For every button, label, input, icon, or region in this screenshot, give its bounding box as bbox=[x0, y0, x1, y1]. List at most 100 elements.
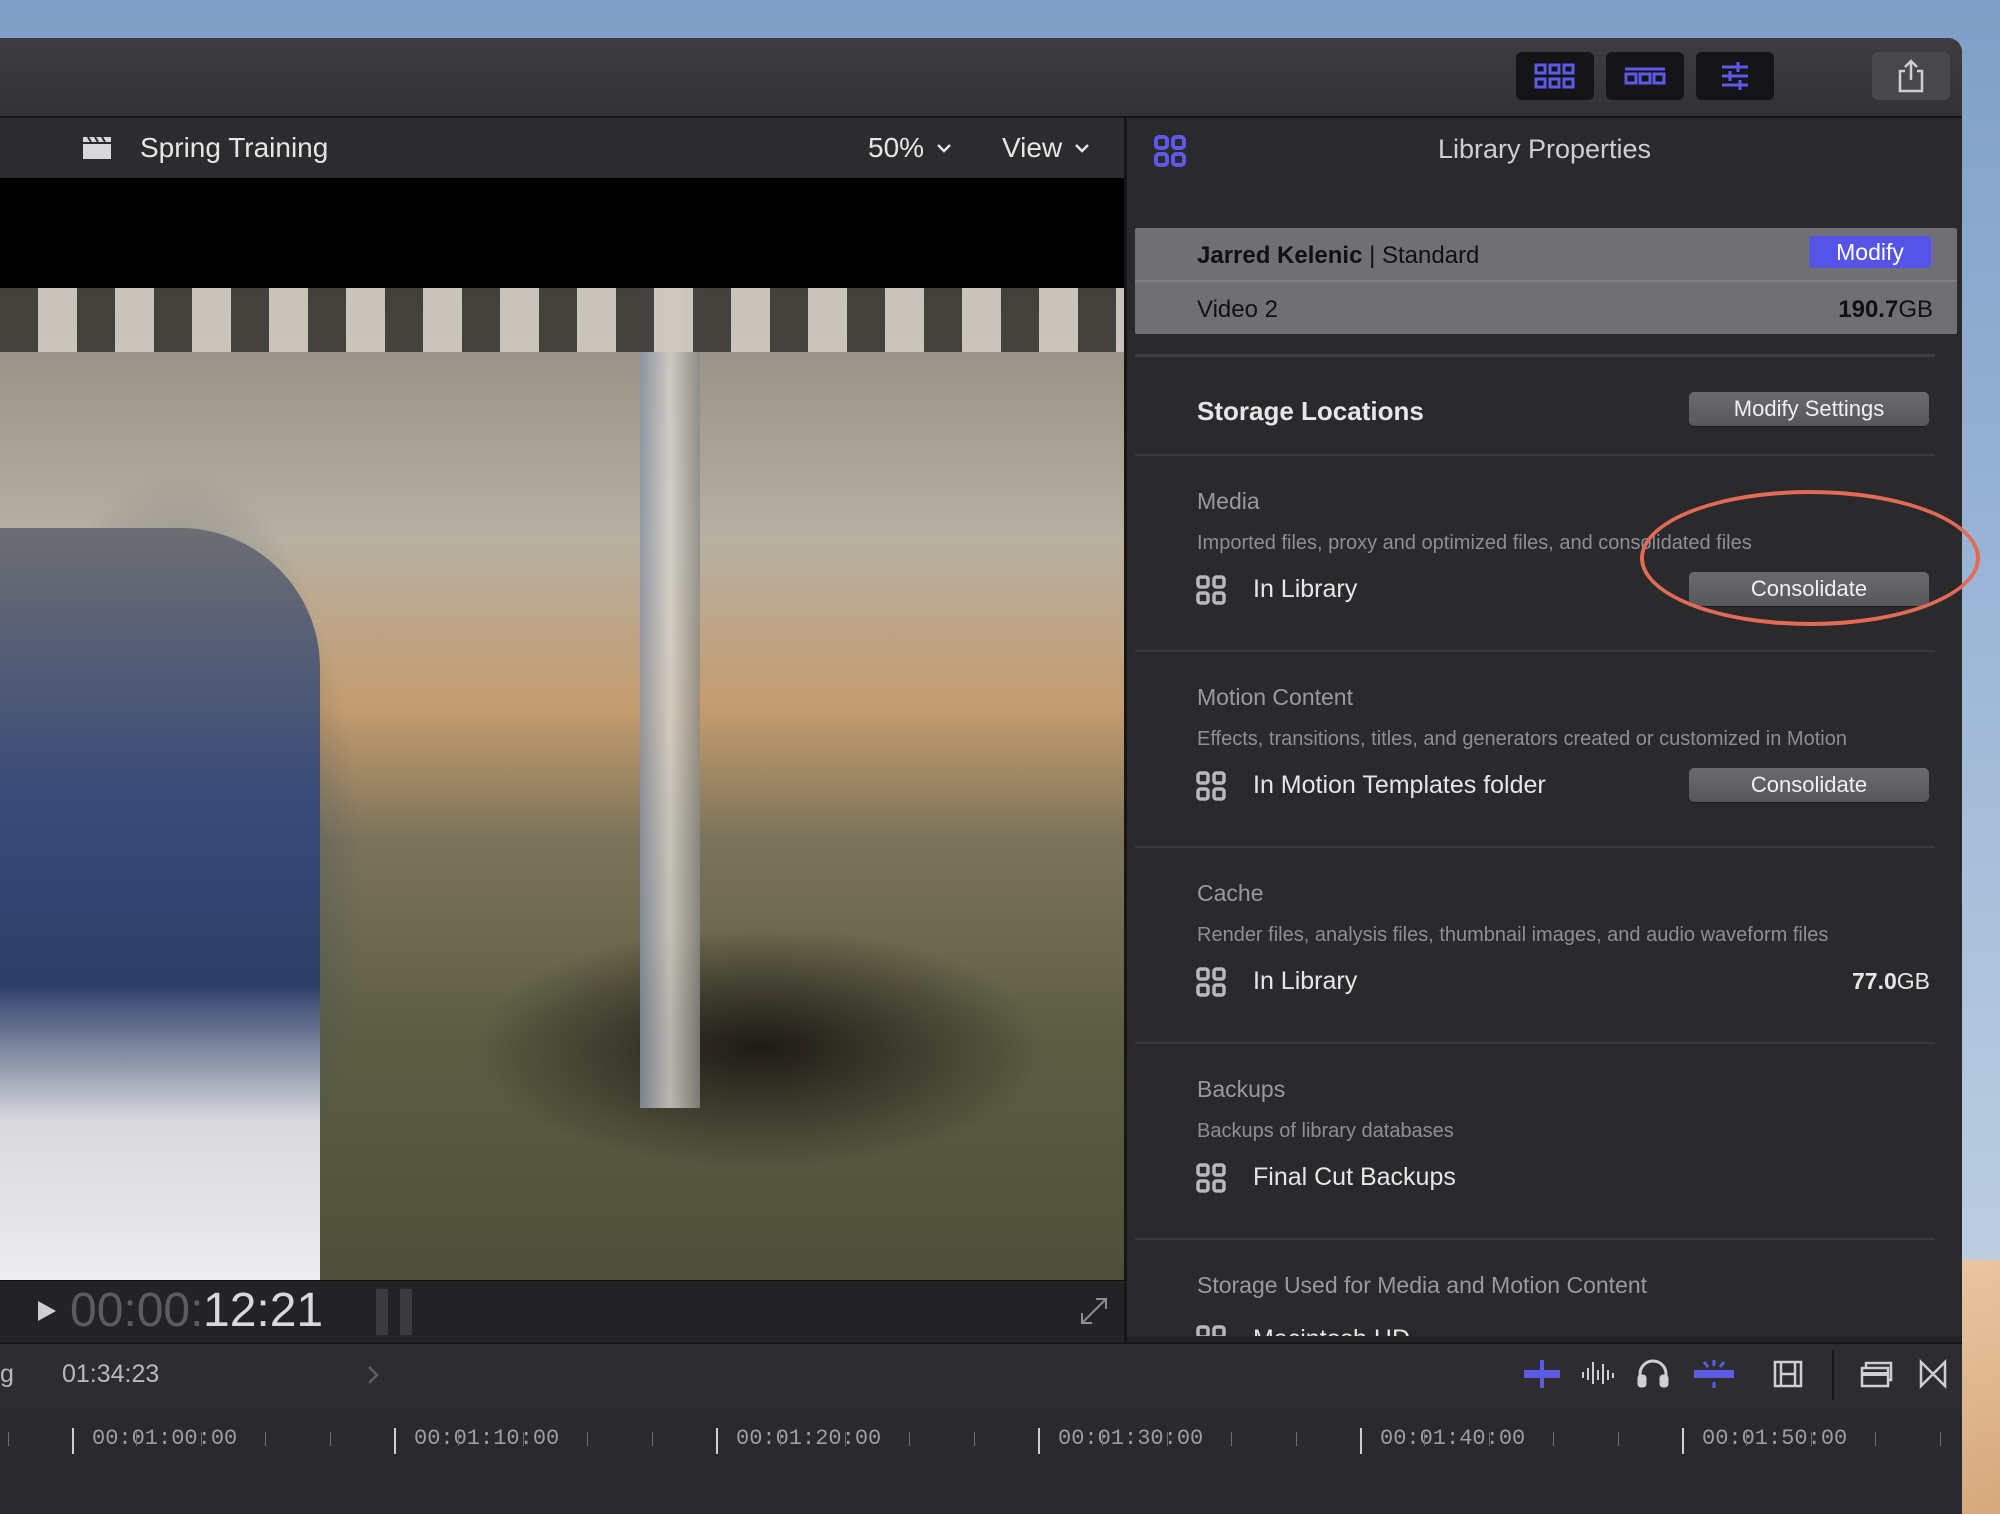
ruler-minor-tick bbox=[136, 1432, 138, 1446]
timeline-ruler[interactable]: 00:01:00:00 00:01:10:00 00:01:20:00 00:01:3… bbox=[0, 1408, 1962, 1514]
headphones-icon[interactable] bbox=[1636, 1358, 1670, 1390]
ruler-minor-tick bbox=[329, 1432, 331, 1446]
cache-location: In Library bbox=[1253, 967, 1358, 995]
ruler-minor-tick bbox=[1488, 1432, 1490, 1446]
clapperboard-icon bbox=[83, 136, 111, 159]
motion-consolidate-button[interactable]: Consolidate bbox=[1689, 768, 1929, 802]
timecode-dim: 00:00: bbox=[70, 1284, 204, 1337]
effects-browser-icon[interactable] bbox=[1858, 1358, 1894, 1390]
final-cut-window: Spring Training 50% View 00:00: 12:21 Li… bbox=[0, 38, 1962, 1514]
share-button[interactable] bbox=[1872, 52, 1950, 100]
media-title: Media bbox=[1197, 488, 1260, 514]
library-icon bbox=[1196, 1163, 1226, 1193]
ruler-minor-tick bbox=[1166, 1432, 1168, 1446]
ruler-label: 00:01:30:00 bbox=[1058, 1426, 1204, 1451]
inspector-title: Library Properties bbox=[1437, 134, 1652, 164]
library-icon bbox=[1196, 575, 1226, 605]
viewer-header: Spring Training 50% View bbox=[0, 118, 1124, 178]
ruler-minor-tick bbox=[973, 1432, 975, 1446]
ruler-minor-tick bbox=[1553, 1432, 1555, 1446]
library-size-unit: GB bbox=[1898, 296, 1933, 323]
view-dropdown[interactable]: View bbox=[1002, 118, 1090, 178]
audio-meter-right bbox=[400, 1289, 412, 1335]
ruler-major-tick bbox=[1360, 1428, 1362, 1454]
ruler-minor-tick bbox=[844, 1432, 846, 1446]
modify-button[interactable]: Modify bbox=[1809, 236, 1931, 268]
ruler-major-tick bbox=[1038, 1428, 1040, 1454]
ruler-minor-tick bbox=[909, 1432, 911, 1446]
video-viewer[interactable] bbox=[0, 178, 1124, 1280]
ruler-major-tick bbox=[72, 1428, 74, 1454]
library-card-separator bbox=[1135, 280, 1957, 282]
zoom-dropdown[interactable]: 50% bbox=[868, 118, 952, 178]
cache-title: Cache bbox=[1197, 880, 1264, 906]
storage-used-title: Storage Used for Media and Motion Conten… bbox=[1197, 1272, 1648, 1298]
ruler-label: 00:01:50:00 bbox=[1702, 1426, 1848, 1451]
ruler-minor-tick bbox=[587, 1432, 589, 1446]
timeline-toggle-button[interactable] bbox=[1606, 52, 1684, 100]
separator bbox=[1135, 1238, 1935, 1240]
audio-skimming-icon[interactable] bbox=[1580, 1358, 1620, 1390]
ruler-label: 00:01:20:00 bbox=[736, 1426, 882, 1451]
ruler-major-tick bbox=[394, 1428, 396, 1454]
owner-separator: | bbox=[1362, 242, 1382, 269]
inspector-toggle-button[interactable] bbox=[1696, 52, 1774, 100]
share-icon bbox=[1898, 59, 1924, 93]
video-background-post bbox=[640, 288, 700, 1108]
video-chevron-banner bbox=[0, 288, 1124, 352]
ruler-minor-tick bbox=[1102, 1432, 1104, 1446]
ruler-minor-tick bbox=[1424, 1432, 1426, 1446]
view-label: View bbox=[1002, 132, 1063, 163]
separator bbox=[1135, 454, 1935, 456]
cache-description: Render files, analysis files, thumbnail … bbox=[1197, 924, 1829, 946]
motion-content-description: Effects, transitions, titles, and genera… bbox=[1197, 728, 1847, 750]
project-title: Spring Training bbox=[140, 132, 329, 163]
separator bbox=[1135, 1042, 1935, 1044]
toolbar-divider bbox=[1832, 1350, 1834, 1400]
backups-description: Backups of library databases bbox=[1197, 1120, 1454, 1142]
ruler-label: 00:01:40:00 bbox=[1380, 1426, 1526, 1451]
video-frame bbox=[0, 288, 1124, 1280]
library-size-value: 190.7 bbox=[1838, 296, 1899, 323]
ruler-minor-tick bbox=[780, 1432, 782, 1446]
timecode: 12:21 bbox=[203, 1284, 324, 1337]
clip-appearance-icon[interactable] bbox=[1772, 1358, 1804, 1390]
ruler-minor-tick bbox=[651, 1432, 653, 1446]
ruler-minor-tick bbox=[1746, 1432, 1748, 1446]
library-name: Video 2 bbox=[1197, 296, 1278, 323]
ruler-label: 00:01:10:00 bbox=[414, 1426, 560, 1451]
annotation-circle bbox=[1640, 490, 1980, 626]
filmstrip-icon bbox=[1624, 67, 1666, 85]
ruler-minor-tick bbox=[200, 1432, 202, 1446]
media-location: In Library bbox=[1253, 575, 1358, 603]
ruler-minor-tick bbox=[1810, 1432, 1812, 1446]
snapping-icon[interactable] bbox=[1692, 1358, 1736, 1390]
ruler-minor-tick bbox=[458, 1432, 460, 1446]
video-player-figure bbox=[0, 528, 320, 1280]
chevron-right-icon[interactable] bbox=[366, 1364, 380, 1386]
chevron-down-icon bbox=[937, 144, 951, 153]
ruler-minor-tick bbox=[7, 1432, 9, 1446]
library-card: Jarred Kelenic | Standard Modify Video 2… bbox=[1135, 228, 1957, 334]
library-size: 190.7GB bbox=[1838, 296, 1933, 324]
ruler-minor-tick bbox=[1875, 1432, 1877, 1446]
library-icon bbox=[1196, 771, 1226, 801]
owner-name: Jarred Kelenic bbox=[1197, 242, 1363, 269]
ruler-minor-tick bbox=[1231, 1432, 1233, 1446]
modify-settings-button[interactable]: Modify Settings bbox=[1689, 392, 1929, 426]
inspector-panel: Library Properties Jarred Kelenic | Stan… bbox=[1127, 118, 1962, 1342]
skimming-icon[interactable] bbox=[1522, 1358, 1562, 1390]
transitions-browser-icon[interactable] bbox=[1918, 1358, 1948, 1390]
toolbar bbox=[0, 38, 1962, 118]
play-icon[interactable] bbox=[36, 1299, 58, 1323]
timeline-toolbar: g 01:34:23 bbox=[0, 1342, 1962, 1410]
audio-meter-left bbox=[376, 1289, 388, 1335]
browser-toggle-button[interactable] bbox=[1516, 52, 1594, 100]
separator bbox=[1135, 650, 1935, 652]
owner-type: Standard bbox=[1382, 242, 1480, 269]
ruler-minor-tick bbox=[522, 1432, 524, 1446]
backups-location: Final Cut Backups bbox=[1253, 1163, 1456, 1191]
ruler-major-tick bbox=[716, 1428, 718, 1454]
inspector-header: Library Properties bbox=[1127, 118, 1962, 182]
fullscreen-icon[interactable] bbox=[1080, 1297, 1108, 1325]
